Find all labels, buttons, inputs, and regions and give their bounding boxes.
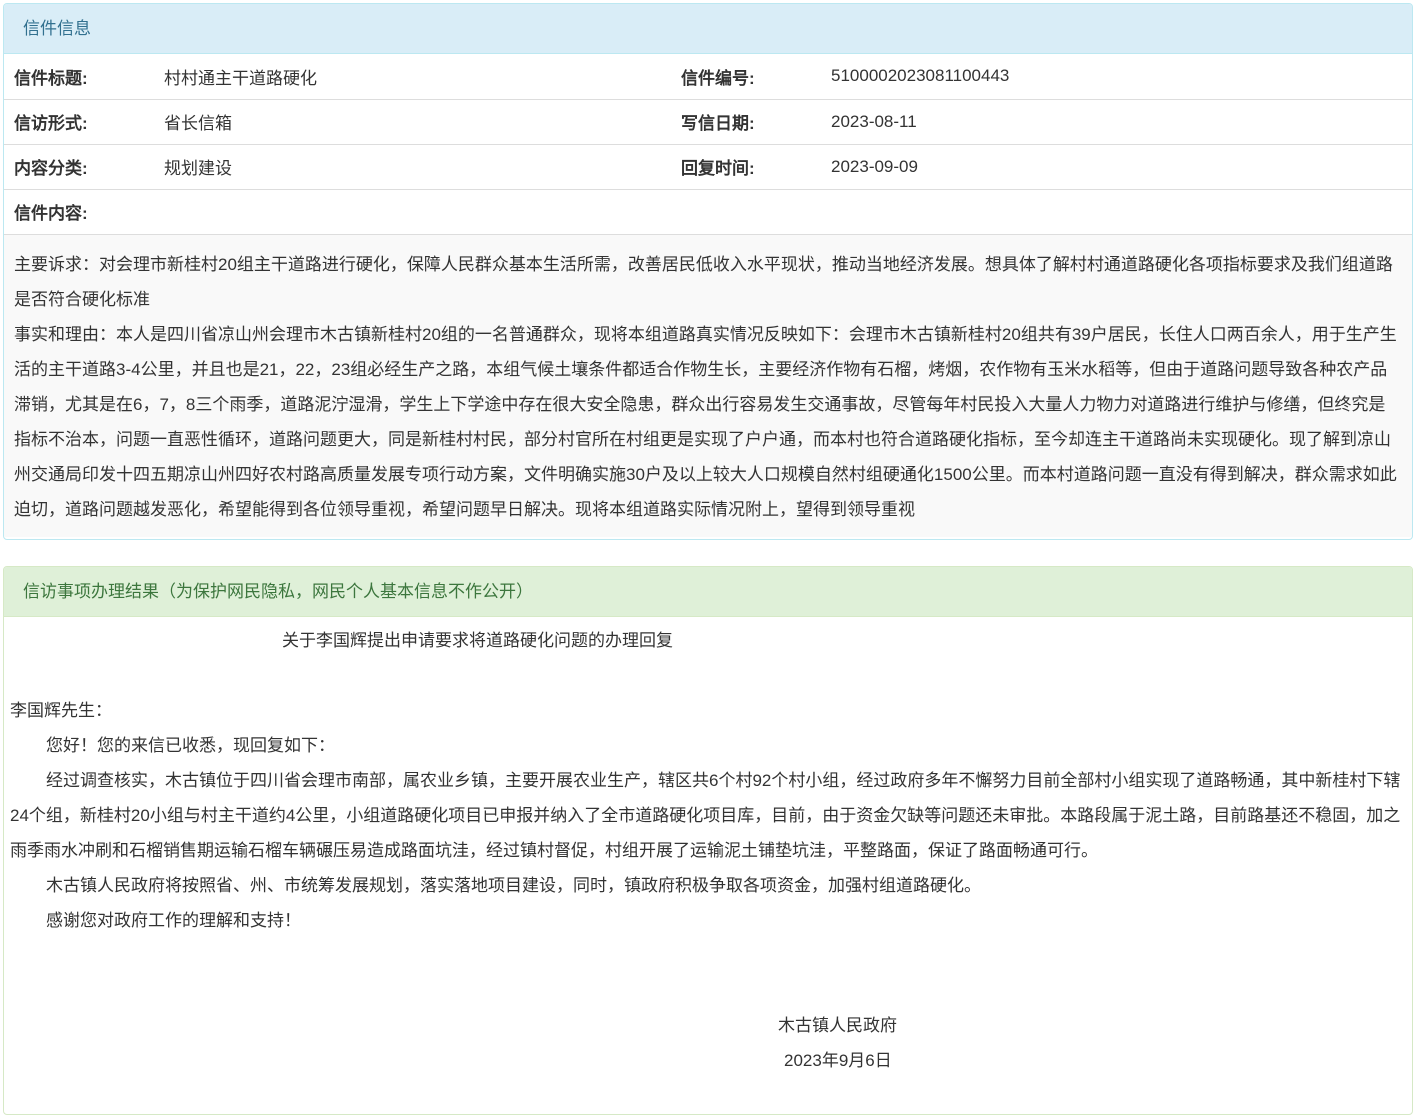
letter-info-heading: 信件信息 (4, 4, 1412, 54)
write-date-label: 写信日期: (671, 99, 821, 145)
letter-number-label: 信件编号: (671, 54, 821, 100)
result-heading: 信访事项办理结果（为保护网民隐私，网民个人基本信息不作公开） (4, 567, 1412, 617)
reply-paragraph: 经过调查核实，木古镇位于四川省会理市南部，属农业乡镇，主要开展农业生产，辖区共6… (10, 771, 1401, 860)
letter-info-panel: 信件信息 信件标题: 村村通主干道路硬化 信件编号: 5100002023081… (3, 3, 1413, 540)
table-row: 信访形式: 省长信箱 写信日期: 2023-08-11 (4, 99, 1412, 145)
reply-paragraph: 感谢您对政府工作的理解和支持！ (46, 911, 301, 930)
letter-content-paragraph: 事实和理由：本人是四川省凉山州会理市木古镇新桂村20组的一名普通群众，现将本组道… (14, 324, 1397, 519)
letter-content-paragraph: 主要诉求：对会理市新桂村20组主干道路进行硬化，保障人民群众基本生活所需，改善居… (14, 254, 1393, 309)
reply-salutation: 李国辉先生： (10, 701, 112, 720)
reply-paragraph: 木古镇人民政府将按照省、州、市统筹发展规划，落实落地项目建设，同时，镇政府积极争… (46, 876, 981, 895)
result-panel: 信访事项办理结果（为保护网民隐私，网民个人基本信息不作公开） 关于李国辉提出申请… (3, 566, 1413, 1115)
write-date-value: 2023-08-11 (821, 99, 1412, 145)
category-label: 内容分类: (4, 144, 154, 190)
reply-time-label: 回复时间: (671, 144, 821, 190)
reply-body: 关于李国辉提出申请要求将道路硬化问题的办理回复 李国辉先生： 您好！您的来信已收… (4, 623, 1412, 1078)
letter-title-label: 信件标题: (4, 54, 154, 100)
content-label: 信件内容: (4, 189, 1412, 235)
table-row: 信件内容: (4, 189, 1412, 235)
table-row: 内容分类: 规划建设 回复时间: 2023-09-09 (4, 144, 1412, 190)
category-value: 规划建设 (154, 144, 671, 190)
reply-time-value: 2023-09-09 (821, 144, 1412, 190)
letter-info-table: 信件标题: 村村通主干道路硬化 信件编号: 510000202308110044… (4, 54, 1412, 235)
letter-number-value: 5100002023081100443 (821, 54, 1412, 100)
letter-title-value: 村村通主干道路硬化 (154, 54, 671, 100)
petition-form-value: 省长信箱 (154, 99, 671, 145)
reply-paragraph: 您好！您的来信已收悉，现回复如下： (46, 736, 335, 755)
reply-signature: 木古镇人民政府 (778, 1016, 897, 1035)
table-row: 信件标题: 村村通主干道路硬化 信件编号: 510000202308110044… (4, 54, 1412, 100)
reply-title: 关于李国辉提出申请要求将道路硬化问题的办理回复 (282, 631, 673, 650)
petition-form-label: 信访形式: (4, 99, 154, 145)
reply-date: 2023年9月6日 (784, 1051, 892, 1070)
letter-content: 主要诉求：对会理市新桂村20组主干道路进行硬化，保障人民群众基本生活所需，改善居… (4, 234, 1412, 537)
